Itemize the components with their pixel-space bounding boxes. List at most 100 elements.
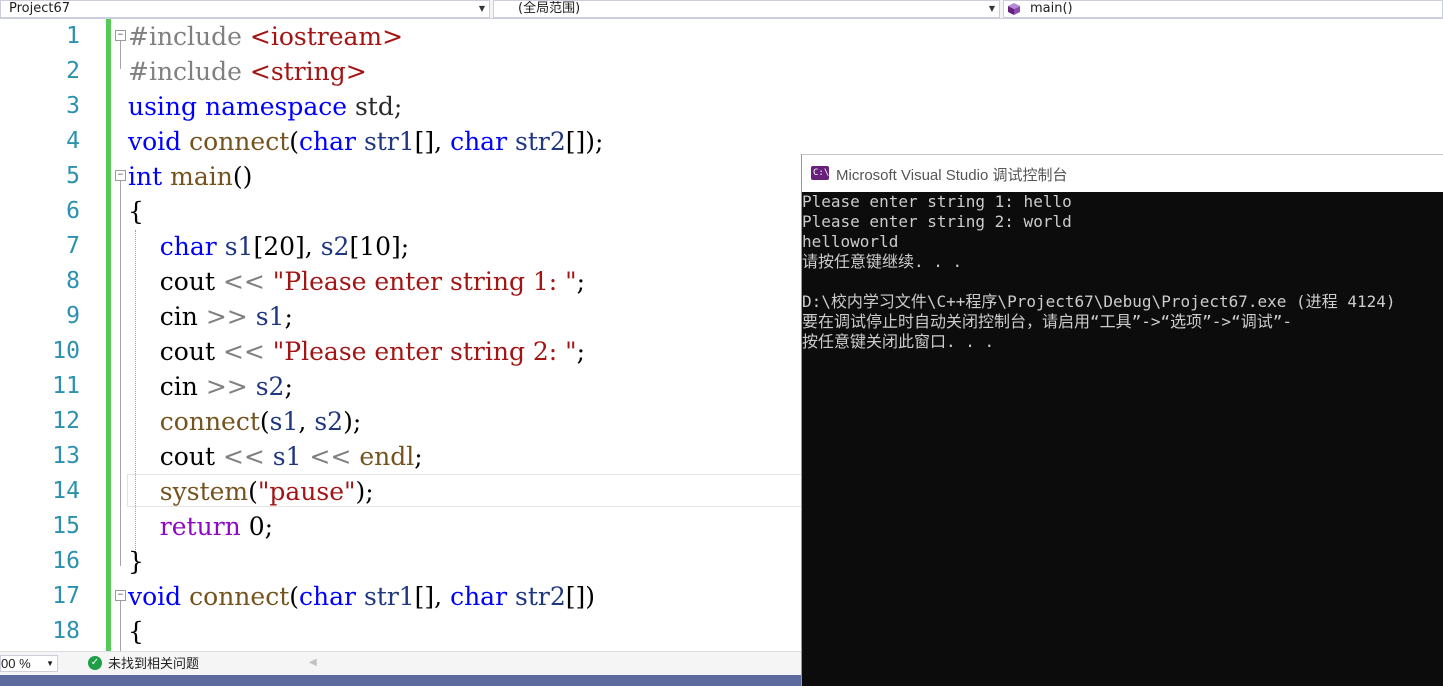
code-token: cin xyxy=(128,302,206,331)
code-token: << xyxy=(222,337,265,366)
line-number: 4 xyxy=(66,128,80,154)
code-line[interactable]: using namespace std; xyxy=(128,89,402,124)
code-token: connect xyxy=(159,407,260,436)
code-line[interactable]: } xyxy=(128,544,144,579)
code-line[interactable]: void connect(char str1[], char str2[]) xyxy=(128,579,595,614)
code-token: return xyxy=(159,512,241,541)
check-circle-icon[interactable]: ✓ xyxy=(88,656,102,670)
code-line[interactable]: system("pause"); xyxy=(128,474,374,509)
scroll-left-icon[interactable]: ◀ xyxy=(309,657,317,668)
fold-collapse-icon[interactable]: − xyxy=(115,30,126,41)
code-line[interactable]: cout << "Please enter string 1: "; xyxy=(128,264,585,299)
code-token: [], xyxy=(414,582,451,611)
code-line[interactable]: { xyxy=(128,614,144,649)
issues-status[interactable]: 未找到相关问题 xyxy=(108,656,199,672)
code-token: { xyxy=(128,197,144,226)
code-token: ; xyxy=(414,442,423,471)
code-line[interactable]: cin >> s2; xyxy=(128,369,293,404)
code-line[interactable]: int main() xyxy=(128,159,252,194)
code-token: ( xyxy=(289,582,300,611)
line-number: 9 xyxy=(66,303,80,329)
fold-collapse-icon[interactable]: − xyxy=(115,590,126,601)
code-token: namespace xyxy=(204,92,348,121)
console-line: 按任意键关闭此窗口. . . xyxy=(802,332,995,351)
code-line[interactable]: return 0; xyxy=(128,509,273,544)
chevron-down-icon: ▼ xyxy=(478,4,485,13)
code-token: s1 xyxy=(272,442,302,471)
code-token: () xyxy=(232,162,253,191)
code-token: } xyxy=(128,547,144,576)
line-number: 7 xyxy=(66,233,80,259)
change-tracking-bar xyxy=(106,19,111,651)
code-token: s1 xyxy=(224,232,254,261)
code-token: std; xyxy=(347,92,403,121)
code-line[interactable]: #include <iostream> xyxy=(128,19,403,54)
code-line[interactable]: connect(s1, s2); xyxy=(128,404,361,439)
code-token: cout xyxy=(128,337,223,366)
line-number: 1 xyxy=(66,23,80,49)
console-app-icon: C:\ xyxy=(811,166,829,180)
code-line[interactable]: void connect(char str1[], char str2[]); xyxy=(128,124,603,159)
code-token: << xyxy=(222,442,265,471)
code-token: []); xyxy=(565,127,604,156)
code-line[interactable]: cout << "Please enter string 2: "; xyxy=(128,334,585,369)
project-dropdown-label: Project67 xyxy=(9,1,71,16)
line-number: 17 xyxy=(52,583,80,609)
code-token: char xyxy=(450,582,508,611)
code-token: ; xyxy=(576,337,586,366)
code-token: <iostream> xyxy=(249,22,404,51)
code-line[interactable]: cin >> s1; xyxy=(128,299,293,334)
zoom-dropdown[interactable]: 00 % ▼ xyxy=(0,655,58,672)
debug-console-window[interactable]: C:\ Microsoft Visual Studio 调试控制台 Please… xyxy=(801,154,1443,686)
code-token: ); xyxy=(355,477,374,506)
code-token: >> xyxy=(205,372,248,401)
code-line[interactable]: { xyxy=(128,194,144,229)
scope-dropdown[interactable]: (全局范围) ▼ xyxy=(493,0,1000,18)
line-number: 11 xyxy=(52,373,80,399)
code-token: [], xyxy=(414,127,451,156)
zoom-level: 00 % xyxy=(1,656,31,671)
code-token: void xyxy=(128,127,182,156)
code-line[interactable]: #include <string> xyxy=(128,54,367,89)
code-token: str1 xyxy=(363,582,415,611)
code-token: [20], xyxy=(253,232,321,261)
fold-guide-line xyxy=(120,601,121,651)
code-token: ( xyxy=(289,127,300,156)
code-token: cin xyxy=(128,372,206,401)
console-title-bar[interactable]: C:\ Microsoft Visual Studio 调试控制台 xyxy=(802,154,1443,192)
code-token: ); xyxy=(343,407,362,436)
console-output[interactable]: Please enter string 1: hello Please enter… xyxy=(802,192,1443,686)
code-token: "Please enter string 1: " xyxy=(272,267,577,296)
line-number: 2 xyxy=(66,58,80,84)
code-token: << xyxy=(222,267,265,296)
code-line[interactable]: char s1[20], s2[10]; xyxy=(128,229,409,264)
code-token: main xyxy=(170,162,233,191)
code-token: , xyxy=(298,407,315,436)
project-dropdown[interactable]: Project67 ▼ xyxy=(0,0,490,18)
fold-guide-line xyxy=(120,41,121,69)
console-line: Please enter string 2: world xyxy=(802,212,1072,231)
code-token: ; xyxy=(284,372,293,401)
code-line[interactable]: cout << s1 << endl; xyxy=(128,439,423,474)
code-token: #include xyxy=(128,22,250,51)
line-number: 14 xyxy=(52,478,80,504)
code-token: int xyxy=(128,162,163,191)
line-number: 18 xyxy=(52,618,80,644)
fold-collapse-icon[interactable]: − xyxy=(115,170,126,181)
code-token: connect xyxy=(189,582,290,611)
code-token: []) xyxy=(565,582,595,611)
member-dropdown[interactable]: main() xyxy=(1003,0,1443,18)
console-line: D:\校内学习文件\C++程序\Project67\Debug\Project6… xyxy=(802,292,1396,311)
line-number: 3 xyxy=(66,93,80,119)
code-token: str2 xyxy=(515,582,566,611)
code-token: >> xyxy=(205,302,248,331)
code-token: s2 xyxy=(314,407,344,436)
